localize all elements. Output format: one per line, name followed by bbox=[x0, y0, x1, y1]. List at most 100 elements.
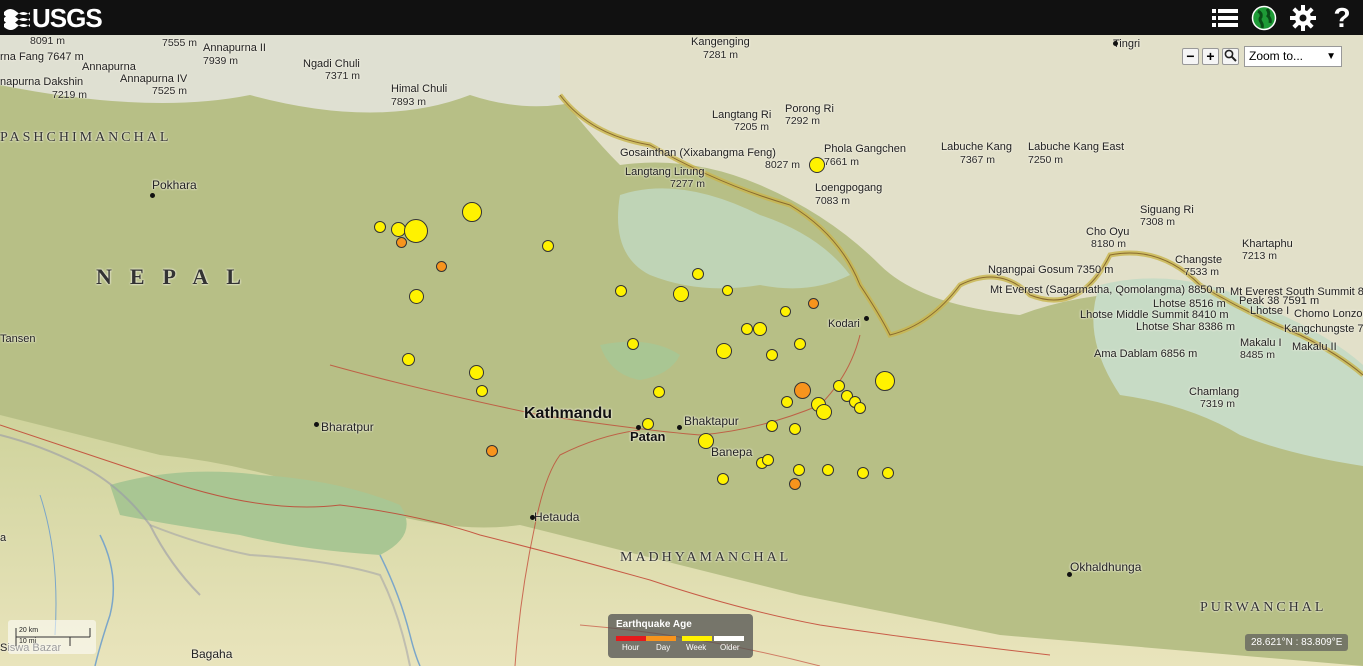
map-label-l42: 7213 m bbox=[1242, 250, 1278, 262]
map-label-l9: napurna Dakshin bbox=[0, 76, 84, 88]
earthquake-marker-day[interactable] bbox=[395, 236, 407, 248]
earthquake-marker-day[interactable] bbox=[789, 478, 801, 490]
earthquake-marker-week[interactable] bbox=[779, 305, 791, 317]
earthquake-marker-week[interactable] bbox=[627, 338, 639, 350]
zoom-to-select[interactable]: Zoom to... ▼ bbox=[1244, 46, 1342, 67]
usgs-wave-icon bbox=[4, 9, 30, 30]
map-label-l5: Annapurna bbox=[82, 61, 136, 73]
earthquake-marker-week[interactable] bbox=[542, 240, 554, 252]
earthquake-marker-week[interactable] bbox=[615, 285, 627, 297]
earthquake-marker-week[interactable] bbox=[857, 467, 869, 479]
earthquake-marker-week[interactable] bbox=[404, 219, 428, 243]
coordinate-readout: 28.621°N : 83.809°E bbox=[1245, 634, 1349, 651]
city-marker bbox=[677, 425, 682, 430]
zoom-search-button[interactable] bbox=[1222, 48, 1239, 65]
map-label-l64: Bhaktapur bbox=[684, 414, 739, 428]
earthquake-marker-week[interactable] bbox=[642, 418, 654, 430]
map-label-l41: Khartaphu bbox=[1242, 238, 1293, 250]
map-label-l63: Kathmandu bbox=[524, 405, 612, 422]
map-canvas[interactable]: 8091 m 7555 m Annapurna II 7939 m rna Fang 7… bbox=[0, 35, 1363, 666]
map-label-l44: Mt Everest (Sagarmatha, Qomolangma) 8850… bbox=[990, 284, 1225, 296]
map-label-l34: Pokhara bbox=[152, 178, 197, 192]
list-icon[interactable] bbox=[1210, 3, 1240, 33]
question-icon[interactable]: ? bbox=[1327, 2, 1357, 33]
earthquake-marker-week[interactable] bbox=[698, 433, 714, 449]
earthquake-marker-week[interactable] bbox=[781, 396, 793, 408]
earthquake-marker-week[interactable] bbox=[854, 402, 866, 414]
city-marker bbox=[864, 316, 869, 321]
earthquake-marker-week[interactable] bbox=[717, 473, 729, 485]
map-label-l30: 7367 m bbox=[960, 154, 996, 166]
zoom-controls: − + Zoom to... ▼ bbox=[1182, 46, 1342, 67]
search-icon bbox=[1224, 49, 1237, 62]
earthquake-marker-week[interactable] bbox=[789, 423, 801, 435]
map-label-l43: Ngangpai Gosum 7350 m bbox=[988, 264, 1114, 276]
earthquake-marker-week[interactable] bbox=[401, 352, 415, 366]
map-label-l3: 7939 m bbox=[203, 55, 239, 67]
earthquake-marker-week[interactable] bbox=[793, 464, 805, 476]
gear-icon[interactable] bbox=[1288, 3, 1318, 33]
earthquake-marker-week[interactable] bbox=[766, 349, 778, 361]
brand-name: USGS bbox=[32, 2, 103, 33]
map-label-l4: rna Fang 7647 m bbox=[0, 51, 84, 63]
earthquake-marker-week[interactable] bbox=[882, 467, 894, 479]
map-label-l51: Lhotse Shar 8386 m bbox=[1136, 321, 1236, 333]
earthquake-marker-week[interactable] bbox=[468, 364, 484, 380]
earthquake-marker-week[interactable] bbox=[692, 268, 704, 280]
map-label-l72: Bagaha bbox=[191, 647, 233, 661]
legend-title: Earthquake Age bbox=[616, 619, 692, 630]
earthquake-marker-day[interactable] bbox=[807, 297, 819, 309]
map-label-l73: a bbox=[0, 532, 7, 544]
earthquake-marker-week[interactable] bbox=[716, 343, 732, 359]
earthquake-marker-week[interactable] bbox=[462, 202, 482, 222]
zoom-out-button[interactable]: − bbox=[1182, 48, 1199, 65]
usgs-logo[interactable]: USGS bbox=[4, 2, 103, 33]
earthquake-marker-week[interactable] bbox=[741, 323, 753, 335]
map-label-l48: Lhotse Middle Summit 8410 m bbox=[1080, 309, 1229, 321]
map-label-l8: Annapurna IV bbox=[120, 73, 188, 85]
earthquake-marker-day[interactable] bbox=[435, 260, 447, 272]
map-label-l17: Porong Ri bbox=[785, 103, 834, 115]
earthquake-marker-day[interactable] bbox=[486, 445, 498, 457]
map-label-l31: Labuche Kang East bbox=[1028, 141, 1125, 153]
globe-icon[interactable] bbox=[1249, 3, 1279, 33]
legend-swatch-hour bbox=[616, 636, 646, 641]
legend-swatch-week bbox=[682, 636, 712, 641]
map-label-l23: Gosainthan (Xixabangma Feng) bbox=[620, 147, 776, 159]
map-label-l38: 8180 m bbox=[1091, 238, 1127, 250]
map-label-l54: Makalu I bbox=[1240, 337, 1282, 349]
earthquake-marker-week[interactable] bbox=[762, 454, 774, 466]
map-label-l58: 7319 m bbox=[1200, 398, 1236, 410]
map-label-l13: 7893 m bbox=[391, 96, 427, 108]
map-label-l25: Langtang Lirung bbox=[625, 166, 705, 178]
map-label-l15: 7281 m bbox=[703, 49, 739, 61]
earthquake-marker-week[interactable] bbox=[374, 221, 386, 233]
earthquake-marker-week[interactable] bbox=[408, 288, 424, 304]
earthquake-marker-week[interactable] bbox=[809, 157, 825, 173]
dropdown-arrow-icon: ▼ bbox=[1326, 51, 1336, 62]
earthquake-marker-week[interactable] bbox=[476, 385, 488, 397]
map-label-l40: 7533 m bbox=[1184, 266, 1220, 278]
legend-label-hour: Hour bbox=[622, 643, 640, 652]
earthquake-marker-week[interactable] bbox=[794, 338, 806, 350]
map-label-l62: Bharatpur bbox=[321, 420, 374, 434]
map-label-l29: Labuche Kang bbox=[941, 141, 1012, 153]
zoom-in-button[interactable]: + bbox=[1202, 48, 1219, 65]
earthquake-age-legend: Earthquake Age Hour Day Week Older bbox=[608, 614, 753, 658]
earthquake-marker-week[interactable] bbox=[653, 386, 665, 398]
zoom-to-value: Zoom to... bbox=[1249, 49, 1304, 63]
top-bar: USGS ? bbox=[0, 0, 1363, 35]
map-label-l22: 7661 m bbox=[824, 156, 860, 168]
map-label-l7: 7371 m bbox=[325, 70, 361, 82]
earthquake-marker-week[interactable] bbox=[721, 284, 733, 296]
earthquake-marker-week[interactable] bbox=[753, 322, 767, 336]
city-marker bbox=[530, 515, 535, 520]
earthquake-marker-week[interactable] bbox=[766, 420, 778, 432]
legend-swatch-older bbox=[714, 636, 744, 641]
scale-km: 20 km bbox=[19, 627, 39, 634]
earthquake-marker-day[interactable] bbox=[793, 381, 811, 399]
earthquake-marker-week[interactable] bbox=[673, 286, 689, 302]
earthquake-marker-week[interactable] bbox=[875, 371, 895, 391]
earthquake-marker-week[interactable] bbox=[822, 464, 834, 476]
earthquake-marker-week[interactable] bbox=[816, 404, 832, 420]
